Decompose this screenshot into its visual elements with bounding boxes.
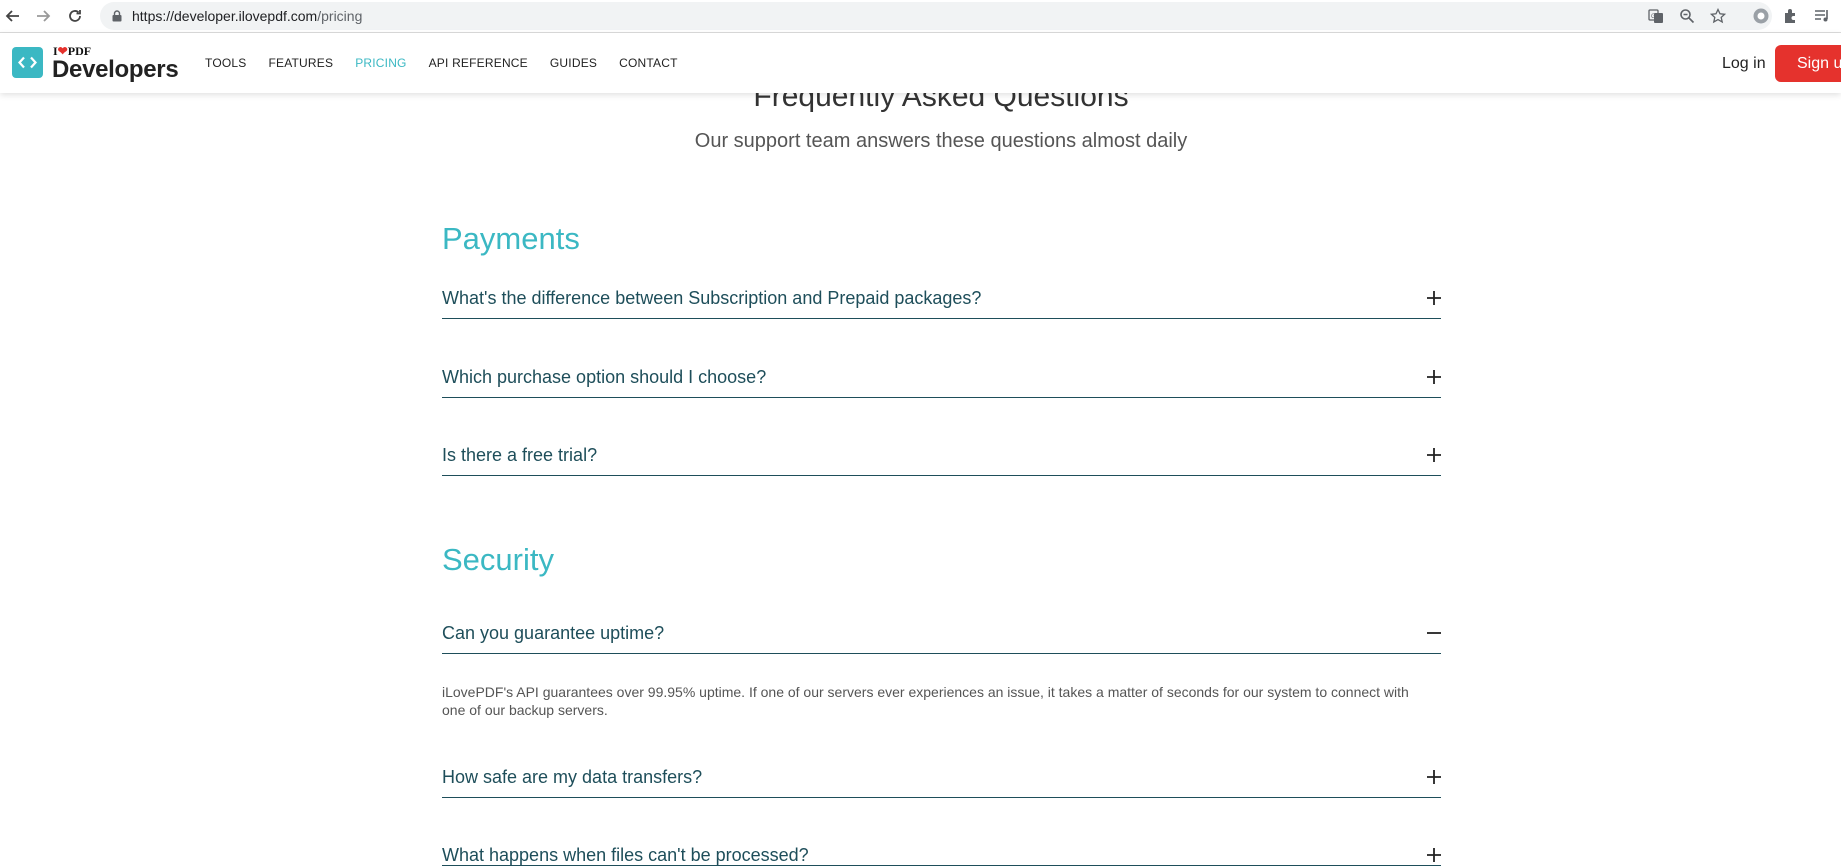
section-title-payments: Payments — [442, 221, 580, 256]
faq-item[interactable]: What happens when files can't be process… — [442, 845, 1441, 866]
extension-circle-icon[interactable] — [1752, 7, 1770, 25]
address-bar[interactable]: https://developer.ilovepdf.com/pricing G — [100, 2, 1772, 30]
faq-item[interactable]: What's the difference between Subscripti… — [442, 288, 1441, 319]
nav-api-reference[interactable]: API REFERENCE — [429, 56, 528, 70]
developers-logo-icon[interactable] — [12, 47, 43, 78]
nav-features[interactable]: FEATURES — [268, 56, 333, 70]
main-nav: TOOLS FEATURES PRICING API REFERENCE GUI… — [205, 56, 700, 70]
svg-text:G: G — [1651, 14, 1656, 20]
faq-subtitle: Our support team answers these questions… — [694, 130, 1188, 152]
nav-contact[interactable]: CONTACT — [619, 56, 678, 70]
nav-tools[interactable]: TOOLS — [205, 56, 246, 70]
faq-item[interactable]: How safe are my data transfers? — [442, 767, 1441, 798]
zoom-icon[interactable] — [1679, 8, 1695, 24]
signup-button[interactable]: Sign up — [1775, 45, 1841, 82]
back-arrow-icon[interactable] — [2, 5, 24, 27]
faq-question: How safe are my data transfers? — [442, 767, 703, 787]
faq-question: Is there a free trial? — [442, 445, 598, 465]
extensions-puzzle-icon[interactable] — [1782, 7, 1800, 25]
forward-arrow-icon[interactable] — [32, 5, 54, 27]
login-link[interactable]: Log in — [1722, 55, 1766, 73]
faq-item[interactable]: Can you guarantee uptime? — [442, 623, 1441, 654]
reading-list-icon[interactable] — [1813, 7, 1831, 25]
faq-question: What happens when files can't be process… — [442, 845, 809, 865]
bookmark-star-icon[interactable] — [1710, 8, 1726, 24]
lock-icon — [112, 10, 122, 22]
faq-question: What's the difference between Subscripti… — [442, 288, 982, 308]
reload-icon[interactable] — [64, 5, 86, 27]
url-text: https://developer.ilovepdf.com/pricing — [132, 8, 362, 24]
site-header: I❤PDF Developers TOOLS FEATURES PRICING … — [0, 33, 1841, 93]
browser-toolbar: https://developer.ilovepdf.com/pricing G — [0, 0, 1841, 33]
plus-icon[interactable] — [1427, 291, 1441, 305]
plus-icon[interactable] — [1427, 848, 1441, 862]
faq-item[interactable]: Is there a free trial? — [442, 445, 1441, 476]
nav-guides[interactable]: GUIDES — [550, 56, 597, 70]
translate-icon[interactable]: G — [1648, 8, 1664, 24]
faq-question: Can you guarantee uptime? — [442, 623, 665, 643]
nav-pricing[interactable]: PRICING — [355, 56, 406, 70]
url-host: https://developer.ilovepdf.com — [132, 8, 318, 24]
developers-logo-text[interactable]: Developers — [52, 56, 179, 84]
faq-answer: iLovePDF's API guarantees over 99.95% up… — [442, 684, 1409, 718]
faq-item[interactable]: Which purchase option should I choose? — [442, 367, 1441, 398]
plus-icon[interactable] — [1427, 770, 1441, 784]
section-title-security: Security — [442, 542, 554, 577]
plus-icon[interactable] — [1427, 370, 1441, 384]
url-path: /pricing — [317, 8, 363, 24]
minus-icon[interactable] — [1427, 626, 1441, 640]
faq-question: Which purchase option should I choose? — [442, 367, 767, 387]
plus-icon[interactable] — [1427, 448, 1441, 462]
